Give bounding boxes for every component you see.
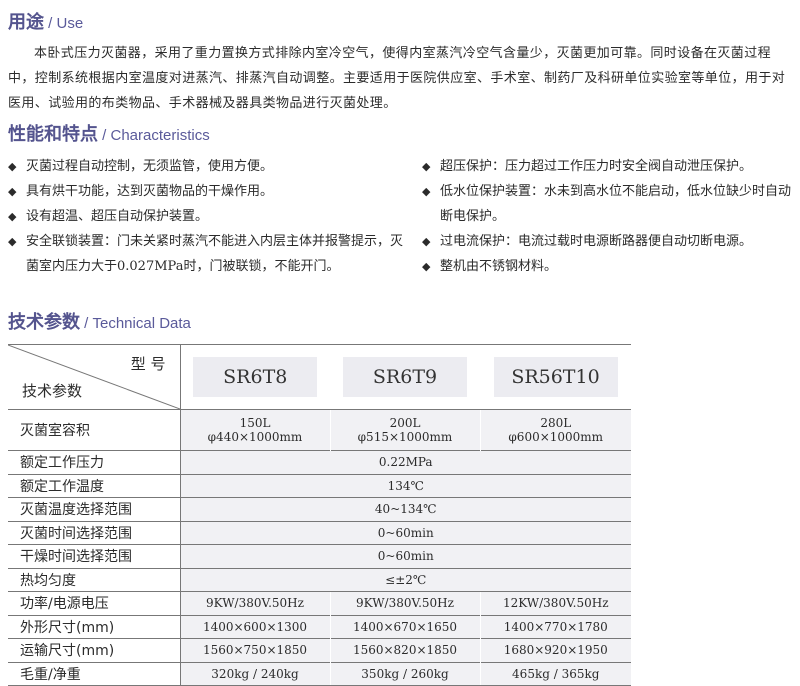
table-row: 灭菌温度选择范围 40~134℃ xyxy=(8,497,631,521)
model-header-cell: SR6T8 xyxy=(180,344,330,410)
feature-item: ◆ 设有超温、超压自动保护装置。 xyxy=(8,204,403,229)
row-label: 额定工作温度 xyxy=(8,473,181,498)
diamond-bullet-icon: ◆ xyxy=(422,185,431,198)
header-param-label: 技术参数 xyxy=(22,382,83,400)
section-heading-technical: 技术参数 / Technical Data xyxy=(8,308,191,334)
table-cell: 150L φ440×1000mm xyxy=(179,409,330,451)
feature-item: ◆ 灭菌过程自动控制，无须监管，使用方便。 xyxy=(8,154,403,179)
table-row: 灭菌时间选择范围 0~60min xyxy=(8,520,631,545)
section-heading-characteristics: 性能和特点 / Characteristics xyxy=(8,120,210,146)
feature-text: 过电流保护：电流过载时电源断路器便自动切断电源。 xyxy=(440,234,753,249)
cell-line: 280L xyxy=(540,416,572,430)
spec-table: 型 号 技术参数 SR6T8 SR6T9 SR56T10 灭菌室容积 150L φ4… xyxy=(8,344,631,686)
cell-line: φ440×1000mm xyxy=(207,430,303,444)
feature-item: ◆ 超压保护：压力超过工作压力时安全阀自动泄压保护。 xyxy=(422,154,798,179)
table-row: 毛重/净重 320kg / 240kg 350kg / 260kg 465kg / 3… xyxy=(8,661,631,686)
table-cell: 9KW/380V.50Hz xyxy=(329,591,480,615)
table-cell: 1680×920×1950 xyxy=(479,638,631,662)
feature-list-left: ◆ 灭菌过程自动控制，无须监管，使用方便。 ◆ 具有烘干功能，达到灭菌物品的干燥作用。… xyxy=(8,154,403,279)
feature-item: ◆ 过电流保护：电流过载时电源断路器便自动切断电源。 xyxy=(422,229,798,254)
table-cell: 200L φ515×1000mm xyxy=(329,409,480,451)
table-cell: 280L φ600×1000mm xyxy=(479,409,631,451)
feature-text: 设有超温、超压自动保护装置。 xyxy=(26,209,209,224)
heading-cn: 用途 xyxy=(8,12,44,33)
diamond-bullet-icon: ◆ xyxy=(422,235,431,248)
table-cell: 1400×770×1780 xyxy=(479,614,631,639)
row-label: 灭菌时间选择范围 xyxy=(8,520,181,545)
section-heading-use: 用途 / Use xyxy=(8,8,83,34)
feature-text: 具有烘干功能，达到灭菌物品的干燥作用。 xyxy=(26,184,274,199)
cell-line: φ600×1000mm xyxy=(508,430,604,444)
feature-item: ◆ 具有烘干功能，达到灭菌物品的干燥作用。 xyxy=(8,179,403,204)
heading-en: / Use xyxy=(44,15,84,32)
table-row: 额定工作温度 134℃ xyxy=(8,473,631,498)
table-cell: 1400×600×1300 xyxy=(179,614,330,639)
table-header-row: 型 号 技术参数 SR6T8 SR6T9 SR56T10 xyxy=(8,344,631,410)
diamond-bullet-icon: ◆ xyxy=(422,260,431,273)
feature-text: 整机由不锈钢材料。 xyxy=(440,259,558,274)
feature-item: ◆ 安全联锁装置：门未关紧时蒸汽不能进入内层主体并报警提示，灭菌室内压力大于0.0… xyxy=(8,229,403,279)
row-label: 额定工作压力 xyxy=(8,450,181,474)
feature-item: ◆ 低水位保护装置：水未到高水位不能启动，低水位缺少时自动断电保护。 xyxy=(422,179,798,229)
feature-list-right: ◆ 超压保护：压力超过工作压力时安全阀自动泄压保护。 ◆ 低水位保护装置：水未到高水位… xyxy=(422,154,798,279)
table-row: 额定工作压力 0.22MPa xyxy=(8,450,631,474)
table-row: 干燥时间选择范围 0~60min xyxy=(8,544,631,568)
header-model-label: 型 号 xyxy=(130,355,166,373)
table-cell: 40~134℃ xyxy=(179,497,631,521)
table-row: 热均匀度 ≤±2℃ xyxy=(8,567,631,592)
row-label: 功率/电源电压 xyxy=(8,591,181,615)
cell-line: φ515×1000mm xyxy=(357,430,453,444)
table-row: 功率/电源电压 9KW/380V.50Hz 9KW/380V.50Hz 12KW/38… xyxy=(8,591,631,615)
table-cell: 0~60min xyxy=(179,520,631,545)
table-cell: 1560×820×1850 xyxy=(329,638,480,662)
heading-en: / Characteristics xyxy=(98,127,210,144)
cell-line: 150L xyxy=(239,416,271,430)
heading-en: / Technical Data xyxy=(80,315,191,332)
row-label: 灭菌温度选择范围 xyxy=(8,497,181,521)
row-label: 热均匀度 xyxy=(8,567,181,592)
table-cell: 465kg / 365kg xyxy=(479,661,631,686)
model-header-cell: SR6T9 xyxy=(330,344,480,410)
diamond-bullet-icon: ◆ xyxy=(8,185,17,198)
cell-line: 200L xyxy=(389,416,421,430)
table-cell: 1400×670×1650 xyxy=(329,614,480,639)
row-label: 运输尺寸(mm) xyxy=(8,638,181,662)
table-cell: 350kg / 260kg xyxy=(329,661,480,686)
row-label: 干燥时间选择范围 xyxy=(8,544,181,568)
feature-text: 超压保护：压力超过工作压力时安全阀自动泄压保护。 xyxy=(440,159,753,174)
model-name: SR6T9 xyxy=(343,357,467,397)
table-cell: 320kg / 240kg xyxy=(179,661,330,686)
table-row: 外形尺寸(mm) 1400×600×1300 1400×670×1650 1400×7… xyxy=(8,614,631,639)
diamond-bullet-icon: ◆ xyxy=(422,160,431,173)
row-label: 毛重/净重 xyxy=(8,661,181,686)
heading-cn: 技术参数 xyxy=(8,312,80,333)
table-cell: ≤±2℃ xyxy=(179,567,631,592)
feature-text: 安全联锁装置：门未关紧时蒸汽不能进入内层主体并报警提示，灭菌室内压力大于0.02… xyxy=(26,234,404,274)
feature-text: 低水位保护装置：水未到高水位不能启动，低水位缺少时自动断电保护。 xyxy=(440,184,792,224)
heading-cn: 性能和特点 xyxy=(8,124,98,145)
model-name: SR56T10 xyxy=(493,357,618,397)
table-row: 运输尺寸(mm) 1560×750×1850 1560×820×1850 1680×9… xyxy=(8,638,631,662)
table-cell: 12KW/380V.50Hz xyxy=(479,591,631,615)
model-header-cell: SR56T10 xyxy=(480,344,631,410)
model-name: SR6T8 xyxy=(193,357,318,397)
row-label: 灭菌室容积 xyxy=(8,409,181,451)
table-cell: 0.22MPa xyxy=(179,450,631,474)
table-cell: 0~60min xyxy=(179,544,631,568)
row-label: 外形尺寸(mm) xyxy=(8,614,181,639)
use-description: 本卧式压力灭菌器，采用了重力置换方式排除内室冷空气，使得内室蒸汽冷空气含量少，灭… xyxy=(8,46,786,111)
table-cell: 1560×750×1850 xyxy=(179,638,330,662)
header-corner-cell: 型 号 技术参数 xyxy=(8,344,181,410)
diamond-bullet-icon: ◆ xyxy=(8,235,17,248)
table-cell: 9KW/380V.50Hz xyxy=(179,591,330,615)
table-cell: 134℃ xyxy=(179,473,631,498)
diamond-bullet-icon: ◆ xyxy=(8,160,17,173)
diamond-bullet-icon: ◆ xyxy=(8,210,17,223)
table-row: 灭菌室容积 150L φ440×1000mm 200L φ515×1000mm 280L φ… xyxy=(8,409,631,451)
feature-text: 灭菌过程自动控制，无须监管，使用方便。 xyxy=(26,159,274,174)
feature-item: ◆ 整机由不锈钢材料。 xyxy=(422,254,798,279)
